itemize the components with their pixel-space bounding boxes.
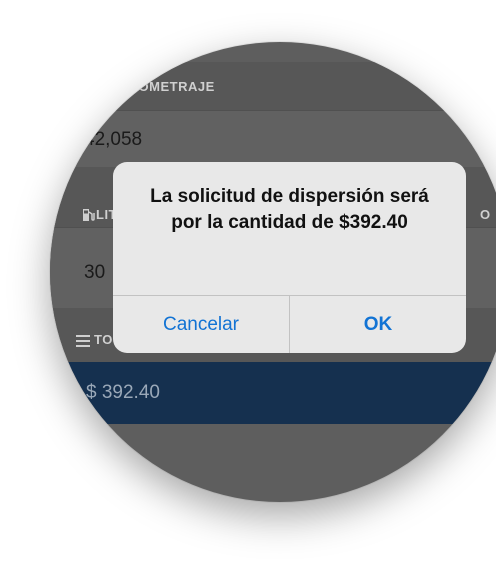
alert-actions: Cancelar OK bbox=[113, 295, 466, 353]
mileage-row[interactable]: 42,058 bbox=[50, 111, 496, 167]
total-amount: $ 392.40 bbox=[86, 382, 160, 403]
gas-pump-icon bbox=[83, 209, 95, 221]
confirmation-alert: La solicitud de dispersión será por la c… bbox=[113, 162, 466, 353]
cancel-button[interactable]: Cancelar bbox=[113, 296, 289, 353]
magnifier-lens: ILOMETRAJE 42,058 LIT O 30 TO $ 392.40 L… bbox=[50, 42, 496, 502]
alert-message: La solicitud de dispersión será por la c… bbox=[150, 186, 429, 233]
mileage-header: ILOMETRAJE bbox=[50, 62, 496, 110]
liters-value: 30 bbox=[84, 262, 106, 283]
list-icon bbox=[76, 335, 90, 347]
mileage-value: 42,058 bbox=[84, 129, 143, 150]
total-amount-bar: $ 392.40 bbox=[50, 362, 496, 424]
price-label: O bbox=[480, 207, 491, 222]
mileage-label: ILOMETRAJE bbox=[126, 79, 215, 94]
zoomed-form: ILOMETRAJE 42,058 LIT O 30 TO $ 392.40 L… bbox=[50, 42, 496, 502]
ok-button[interactable]: OK bbox=[289, 296, 466, 353]
total-label: TO bbox=[94, 332, 113, 347]
